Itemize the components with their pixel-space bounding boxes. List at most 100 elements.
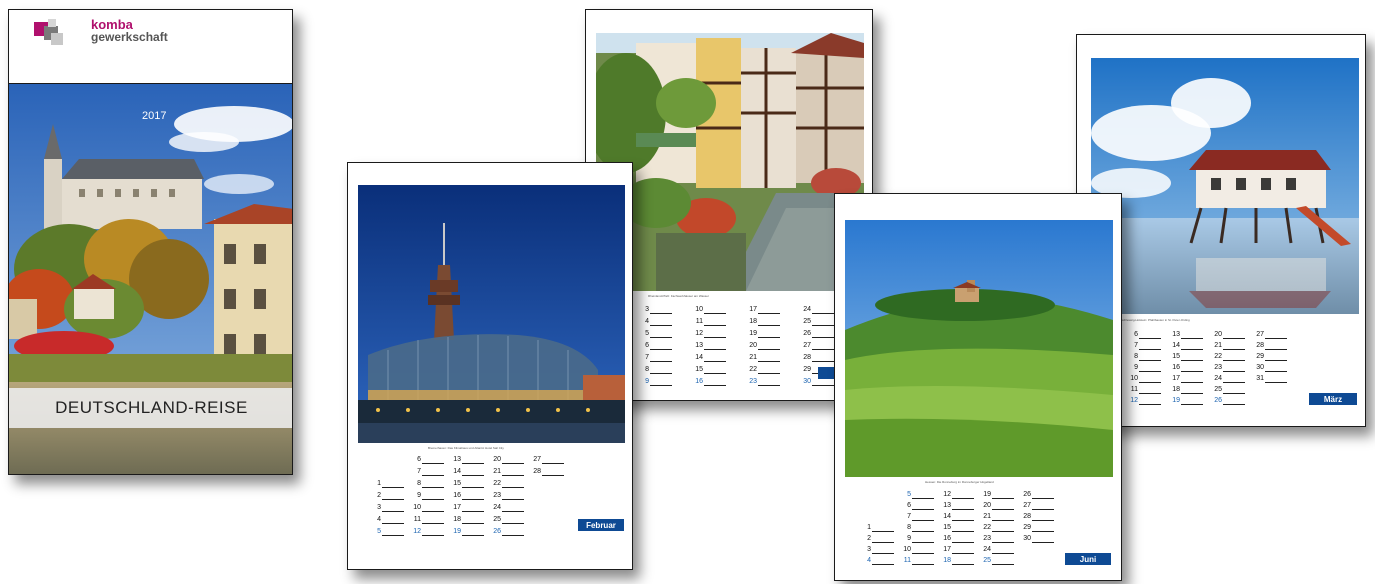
cover-title: DEUTSCHLAND-REISE — [55, 398, 248, 417]
maerz-photo — [1091, 58, 1359, 314]
date-cell: 13 — [940, 502, 980, 513]
calendar-page-juni: Hessen: Die Ronneburg im Ronneburger Hüg… — [834, 193, 1122, 581]
half-timbered-canal-photo — [596, 33, 864, 291]
date-cell: 5 — [900, 491, 940, 502]
date-cell: 16 — [940, 535, 980, 546]
date-cell: 12 — [940, 491, 980, 502]
maerz-dates: 6 7 8 9 10 11 12 13 14 15 16 17 18 19 20… — [1127, 331, 1337, 408]
date-cell: 16 — [1169, 364, 1211, 375]
date-cell-empty — [860, 491, 900, 502]
date-cell: 30 — [1020, 535, 1060, 546]
date-cell: 27 — [530, 456, 570, 467]
date-cell-sunday: 25 — [980, 557, 1020, 568]
date-cell: 5 — [638, 330, 692, 341]
date-cell: 13 — [450, 456, 490, 467]
date-cell: 18 — [1169, 386, 1211, 397]
date-cell: 2 — [370, 492, 410, 503]
juni-photo — [845, 220, 1113, 477]
februar-caption: Bremerhaven: Das Klimahaus und Atlantic … — [428, 446, 504, 450]
date-cell: 6 — [900, 502, 940, 513]
date-cell: 9 — [900, 535, 940, 546]
date-cell: 29 — [1020, 524, 1060, 535]
date-cell: 22 — [746, 366, 800, 377]
brand-name: komba gewerkschaft — [91, 18, 168, 43]
date-cell: 16 — [450, 492, 490, 503]
date-cell: 10 — [900, 546, 940, 557]
date-cell: 15 — [1169, 353, 1211, 364]
date-cell-empty — [370, 456, 410, 467]
date-cell: 24 — [1211, 375, 1253, 386]
date-cell: 24 — [490, 504, 530, 515]
date-cell: 3 — [370, 504, 410, 515]
date-cell: 22 — [980, 524, 1020, 535]
month-badge-maerz: März — [1309, 393, 1357, 405]
date-cell: 31 — [1253, 375, 1295, 386]
date-cell: 15 — [692, 366, 746, 377]
date-cell: 4 — [638, 318, 692, 329]
date-cell: 4 — [370, 516, 410, 527]
cover-year: 2017 — [142, 110, 167, 122]
date-cell: 14 — [692, 354, 746, 365]
date-cell: 19 — [746, 330, 800, 341]
date-cell: 27 — [1020, 502, 1060, 513]
date-cell: 6 — [410, 456, 450, 467]
calendar-cover: komba gewerkschaft 2017 DEUTSCHLAND-REIS… — [8, 9, 293, 475]
date-cell: 20 — [490, 456, 530, 467]
date-cell: 14 — [1169, 342, 1211, 353]
februar-photo — [358, 185, 625, 443]
date-cell: 8 — [1127, 353, 1169, 364]
date-cell-sunday: 5 — [370, 528, 410, 539]
date-cell: 17 — [450, 504, 490, 515]
date-cell-sunday: 4 — [860, 557, 900, 568]
date-cell: 17 — [940, 546, 980, 557]
date-cell: 20 — [980, 502, 1020, 513]
date-cell: 28 — [1020, 513, 1060, 524]
date-cell: 23 — [1211, 364, 1253, 375]
date-cell: 14 — [450, 468, 490, 479]
date-cell: 23 — [490, 492, 530, 503]
date-cell: 10 — [1127, 375, 1169, 386]
date-cell-sunday: 23 — [746, 378, 800, 389]
februar-dates: 1 2 3 4 5 6 7 8 9 10 11 12 13 14 15 16 1… — [370, 456, 570, 540]
maerz-caption: Schleswig-Holstein: Pfahlbauten in St. P… — [1121, 318, 1190, 322]
date-cell: 3 — [638, 306, 692, 317]
month-badge-juni: Juni — [1065, 553, 1111, 565]
date-cell-sunday: 12 — [410, 528, 450, 539]
date-cell-empty — [370, 468, 410, 479]
date-cell: 12 — [692, 330, 746, 341]
date-cell: 23 — [980, 535, 1020, 546]
date-cell: 29 — [1253, 353, 1295, 364]
date-cell: 3 — [860, 546, 900, 557]
date-cell-empty — [860, 513, 900, 524]
date-cell: 11 — [410, 516, 450, 527]
brand-logo — [34, 19, 72, 49]
juni-caption: Hessen: Die Ronneburg im Ronneburger Hüg… — [925, 480, 994, 484]
date-cell: 6 — [638, 342, 692, 353]
date-cell: 26 — [1020, 491, 1060, 502]
date-cell: 1 — [860, 524, 900, 535]
hill-castle-meadow-photo — [845, 220, 1113, 477]
date-cell: 25 — [490, 516, 530, 527]
date-cell-sunday: 11 — [900, 557, 940, 568]
date-cell: 13 — [1169, 331, 1211, 342]
klimahaus-night-photo — [358, 185, 625, 443]
date-cell: 14 — [940, 513, 980, 524]
date-cell-sunday: 19 — [450, 528, 490, 539]
date-cell: 9 — [410, 492, 450, 503]
stilt-house-photo — [1091, 58, 1359, 314]
date-cell: 15 — [940, 524, 980, 535]
date-cell: 6 — [1127, 331, 1169, 342]
date-cell: 20 — [1211, 331, 1253, 342]
date-cell: 27 — [1253, 331, 1295, 342]
date-cell: 15 — [450, 480, 490, 491]
date-cell: 8 — [638, 366, 692, 377]
date-cell: 17 — [1169, 375, 1211, 386]
date-cell: 8 — [410, 480, 450, 491]
date-cell: 1 — [370, 480, 410, 491]
date-cell: 19 — [980, 491, 1020, 502]
date-cell-sunday: 26 — [490, 528, 530, 539]
date-cell: 7 — [638, 354, 692, 365]
month-badge-februar: Februar — [578, 519, 624, 531]
date-cell: 18 — [746, 318, 800, 329]
date-cell: 20 — [746, 342, 800, 353]
